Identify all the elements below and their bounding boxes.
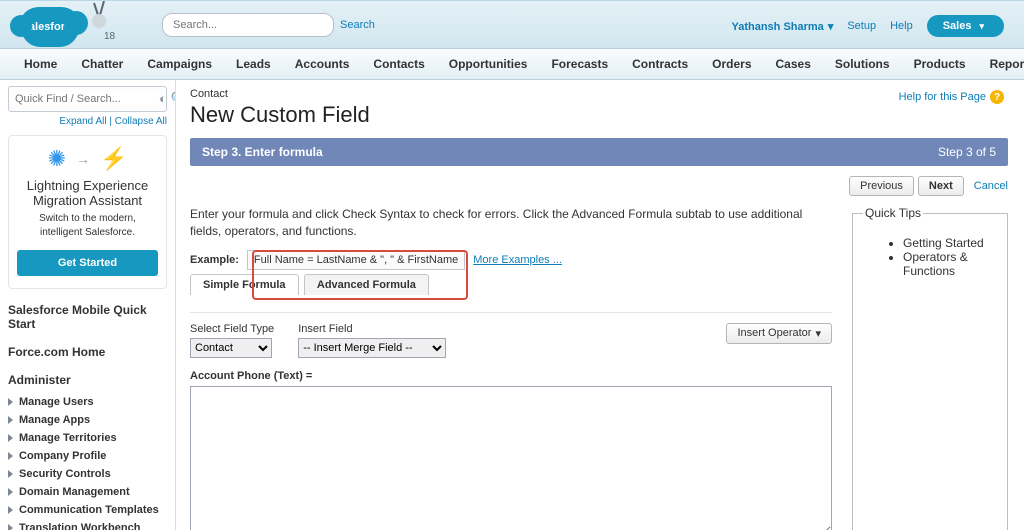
- previous-button[interactable]: Previous: [849, 176, 914, 196]
- sidebar-item-mobile-quickstart[interactable]: Salesforce Mobile Quick Start: [8, 303, 167, 331]
- notification-count: 18: [104, 31, 115, 42]
- main-content: Help for this Page ? Contact New Custom …: [176, 80, 1024, 530]
- expand-all-link[interactable]: Expand All: [59, 116, 106, 127]
- sidebar-item-company-profile[interactable]: Company Profile: [8, 447, 167, 465]
- tab-solutions[interactable]: Solutions: [823, 49, 902, 79]
- select-field-type-label: Select Field Type: [190, 323, 274, 335]
- sidebar-item-force-home[interactable]: Force.com Home: [8, 345, 167, 359]
- collapse-all-link[interactable]: Collapse All: [115, 116, 167, 127]
- help-for-page-link[interactable]: Help for this Page: [899, 91, 986, 103]
- insert-merge-field[interactable]: -- Insert Merge Field --: [298, 338, 446, 358]
- tab-opportunities[interactable]: Opportunities: [437, 49, 540, 79]
- mascot-icon: 18: [86, 1, 110, 38]
- lex-migration-card: ✺ → ⚡ Lightning Experience Migration Ass…: [8, 135, 167, 289]
- step-label: Step 3. Enter formula: [202, 145, 323, 159]
- caret-down-icon: ▾: [815, 327, 821, 340]
- arrow-right-icon: →: [76, 151, 90, 167]
- tab-chatter[interactable]: Chatter: [69, 49, 135, 79]
- chevron-right-icon: [8, 452, 13, 460]
- tab-accounts[interactable]: Accounts: [283, 49, 362, 79]
- help-link[interactable]: Help: [890, 20, 913, 32]
- chevron-right-icon: [8, 398, 13, 406]
- tip-getting-started[interactable]: Getting Started: [903, 236, 984, 250]
- step-count: Step 3 of 5: [938, 145, 996, 159]
- insert-field-label: Insert Field: [298, 323, 446, 335]
- chevron-right-icon: [8, 506, 13, 514]
- tab-contracts[interactable]: Contracts: [620, 49, 700, 79]
- sidebar-item-security-controls[interactable]: Security Controls: [8, 465, 167, 483]
- lex-title: Lightning Experience Migration Assistant: [17, 178, 158, 208]
- sidebar-item-communication-templates[interactable]: Communication Templates: [8, 501, 167, 519]
- sidebar-item-manage-territories[interactable]: Manage Territories: [8, 429, 167, 447]
- nav-tabstrip: HomeChatterCampaignsLeadsAccountsContact…: [0, 48, 1024, 80]
- global-header: salesforce 18 Search Yathansh Sharma▾ Se…: [0, 0, 1024, 48]
- quick-tips-box: Quick Tips Getting Started Operators & F…: [852, 206, 1008, 530]
- next-button[interactable]: Next: [918, 176, 964, 196]
- breadcrumb: Contact: [190, 88, 1008, 100]
- sidebar-item-manage-apps[interactable]: Manage Apps: [8, 411, 167, 429]
- setup-link[interactable]: Setup: [847, 20, 876, 32]
- formula-subtabs: Simple Formula Advanced Formula: [190, 274, 832, 298]
- sidebar-section-administer: Administer: [8, 373, 167, 387]
- formula-textarea[interactable]: [190, 386, 832, 530]
- chevron-right-icon: [8, 524, 13, 530]
- insert-operator-button[interactable]: Insert Operator ▾: [726, 323, 832, 344]
- intro-text: Enter your formula and click Check Synta…: [190, 206, 832, 240]
- tab-simple-formula[interactable]: Simple Formula: [190, 274, 299, 295]
- cancel-link[interactable]: Cancel: [974, 180, 1008, 192]
- tab-products[interactable]: Products: [902, 49, 978, 79]
- tab-cases[interactable]: Cases: [764, 49, 823, 79]
- chevron-right-icon: [8, 488, 13, 496]
- tab-campaigns[interactable]: Campaigns: [135, 49, 224, 79]
- lightning-icon: ⚡: [100, 146, 127, 172]
- chevron-right-icon: [8, 470, 13, 478]
- more-examples-link[interactable]: More Examples ...: [473, 254, 562, 266]
- quick-tips-legend: Quick Tips: [863, 206, 923, 220]
- lex-get-started-button[interactable]: Get Started: [17, 250, 158, 276]
- chevron-right-icon: [8, 434, 13, 442]
- formula-field-label: Account Phone (Text) =: [190, 370, 832, 382]
- user-menu[interactable]: Yathansh Sharma▾: [731, 20, 833, 33]
- tab-contacts[interactable]: Contacts: [361, 49, 436, 79]
- classic-icon: ✺: [48, 146, 66, 172]
- sidebar-item-translation-workbench[interactable]: Translation Workbench: [8, 519, 167, 530]
- global-search-button[interactable]: Search: [340, 19, 375, 31]
- caret-down-icon: ▾: [979, 21, 984, 32]
- example-formula: Full Name = LastName & ", " & FirstName: [247, 250, 465, 270]
- quick-find-input[interactable]: [13, 92, 159, 106]
- select-field-type[interactable]: Contact: [190, 338, 272, 358]
- tip-operators-functions[interactable]: Operators & Functions: [903, 250, 968, 278]
- app-switcher-pill[interactable]: Sales▾: [927, 15, 1004, 37]
- help-icon[interactable]: ?: [990, 90, 1004, 104]
- sidebar-item-manage-users[interactable]: Manage Users: [8, 393, 167, 411]
- lex-subtitle: Switch to the modern, intelligent Salesf…: [17, 212, 158, 240]
- caret-down-icon: ▾: [828, 21, 834, 33]
- help-icon[interactable]: ◐: [159, 91, 167, 107]
- chevron-right-icon: [8, 416, 13, 424]
- tab-advanced-formula[interactable]: Advanced Formula: [304, 274, 429, 295]
- tab-home[interactable]: Home: [12, 49, 69, 79]
- tab-forecasts[interactable]: Forecasts: [539, 49, 620, 79]
- wizard-step-bar: Step 3. Enter formula Step 3 of 5: [190, 138, 1008, 166]
- example-label: Example:: [190, 254, 239, 266]
- tab-reports[interactable]: Reports: [978, 49, 1024, 79]
- quick-find-wrap: ◐ 🔍: [8, 86, 167, 112]
- page-title: New Custom Field: [190, 102, 1008, 128]
- global-search-input[interactable]: [162, 13, 334, 37]
- sidebar-item-domain-management[interactable]: Domain Management: [8, 483, 167, 501]
- tab-leads[interactable]: Leads: [224, 49, 283, 79]
- tab-orders[interactable]: Orders: [700, 49, 763, 79]
- salesforce-logo: salesforce: [20, 7, 80, 47]
- setup-sidebar: ◐ 🔍 Expand All | Collapse All ✺ → ⚡ Ligh…: [0, 80, 176, 530]
